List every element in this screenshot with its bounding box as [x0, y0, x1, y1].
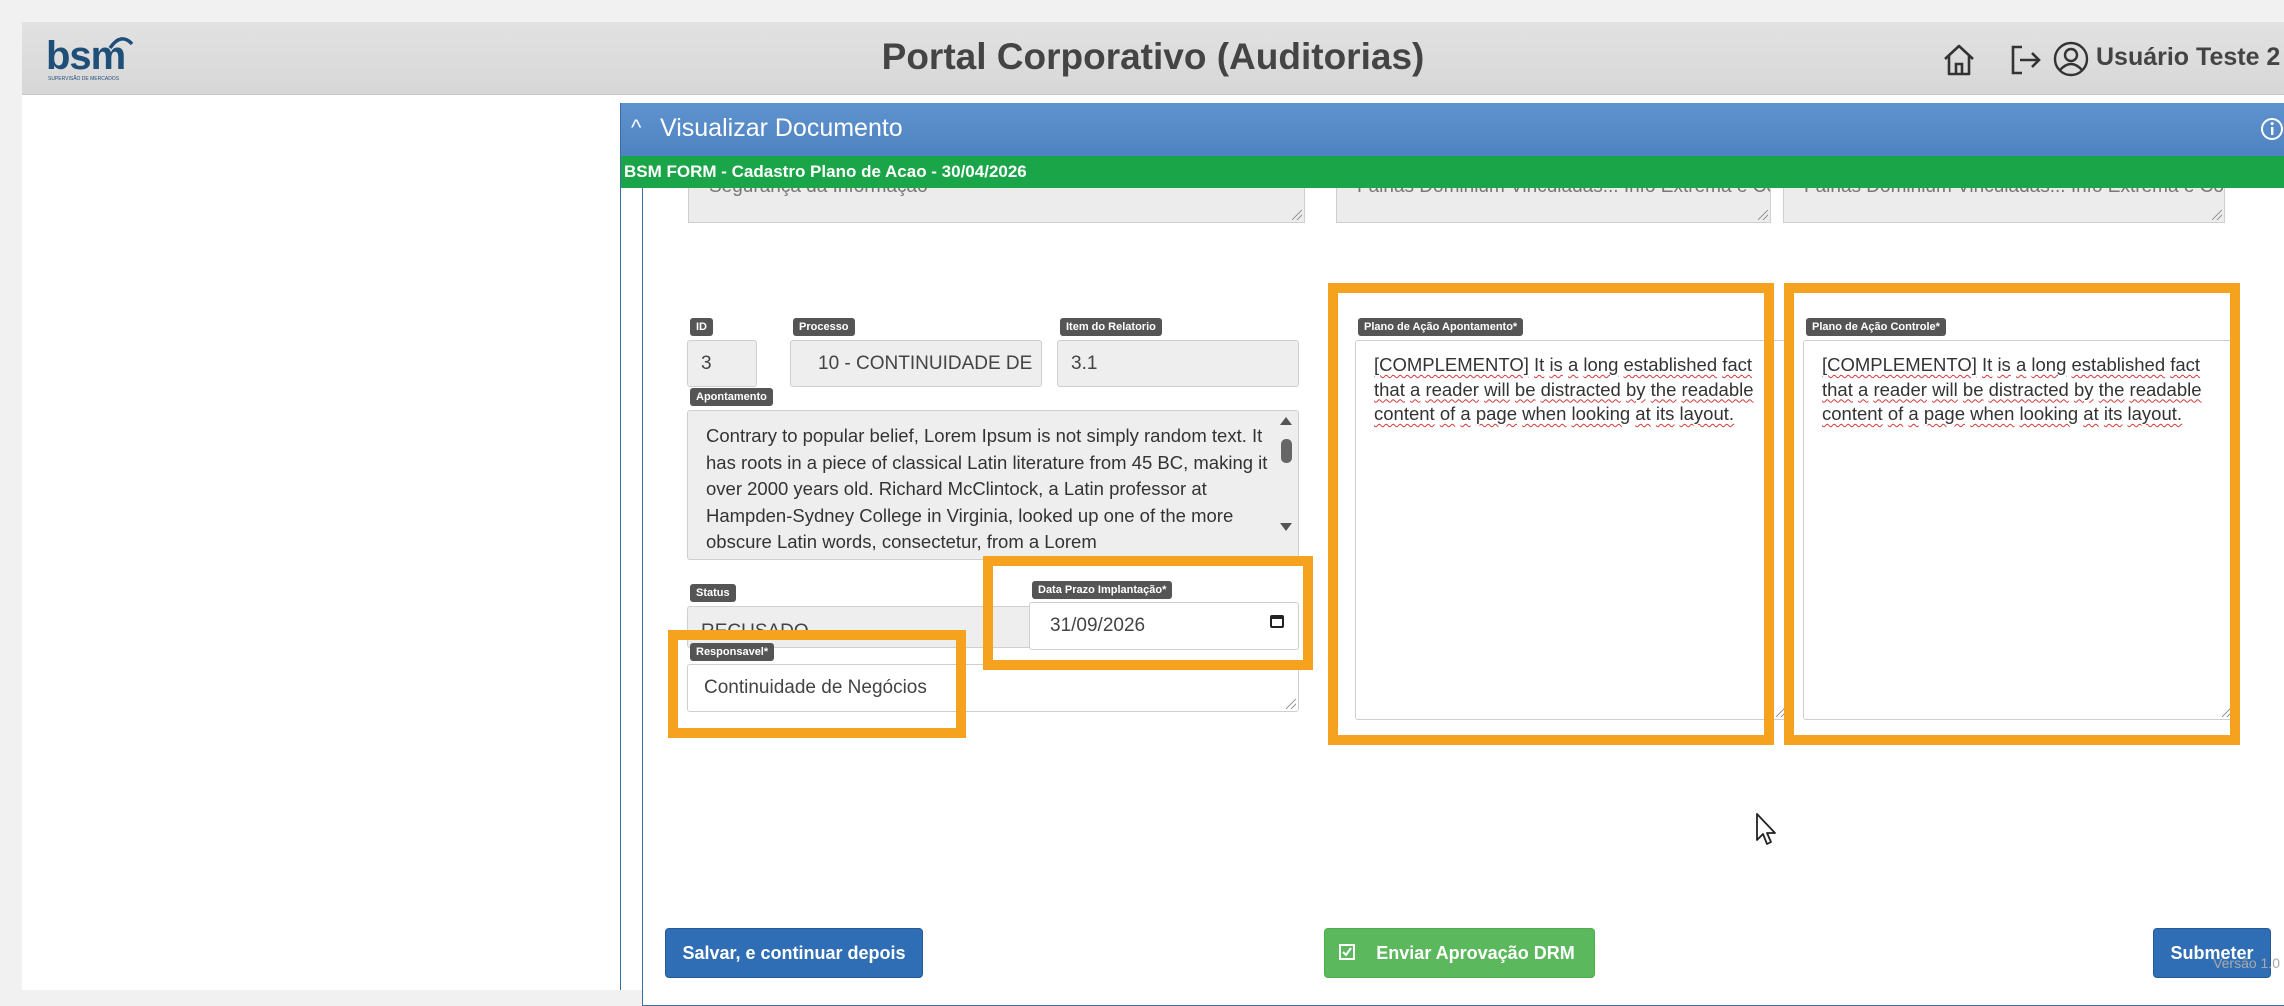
- approval-button-label: Enviar Aprovação DRM: [1376, 943, 1575, 963]
- status-label: Status: [690, 584, 736, 602]
- save-button-label: Salvar, e continuar depois: [682, 943, 906, 963]
- responsavel-label: Responsavel*: [690, 643, 775, 661]
- save-continue-button[interactable]: Salvar, e continuar depois: [665, 928, 923, 978]
- plano-apontamento-label: Plano de Ação Apontamento*: [1358, 318, 1524, 336]
- apontamento-text: Contrary to popular belief, Lorem Ipsum …: [706, 425, 1268, 552]
- plano-controle-text: [COMPLEMENTO] It is a long established f…: [1822, 354, 2202, 424]
- form-container: Segurança da Informação Falhas Dominium …: [642, 188, 2284, 1006]
- home-icon[interactable]: [1939, 40, 1979, 80]
- send-approval-button[interactable]: Enviar Aprovação DRM: [1324, 928, 1595, 978]
- resize-handle[interactable]: [2212, 210, 2222, 220]
- scroll-down-arrow[interactable]: [1280, 523, 1292, 531]
- scrollbar-thumb[interactable]: [1281, 439, 1292, 463]
- item-relatorio-label: Item do Relatorio: [1060, 318, 1162, 336]
- top-left-text: Segurança da Informação: [709, 188, 928, 198]
- responsavel-field[interactable]: Continuidade de Negócios: [687, 664, 1299, 712]
- plano-controle-label: Plano de Ação Controle*: [1806, 318, 1946, 336]
- top-right-text: Falhas Dominium Vinculadas... Info Extre…: [1804, 188, 2224, 198]
- top-left-textarea[interactable]: Segurança da Informação: [688, 188, 1305, 223]
- resize-handle[interactable]: [2222, 707, 2232, 717]
- data-prazo-input[interactable]: 31/09/2026: [1029, 602, 1299, 650]
- panel-title: Visualizar Documento: [660, 114, 903, 142]
- processo-value: 10 - CONTINUIDADE DE: [818, 353, 1033, 374]
- form-title: BSM FORM - Cadastro Plano de Acao - 30/0…: [624, 162, 1027, 181]
- id-value: 3: [701, 353, 712, 374]
- top-right-textarea[interactable]: Falhas Dominium Vinculadas... Info Extre…: [1783, 188, 2225, 223]
- item-relatorio-field: 3.1: [1057, 340, 1299, 387]
- scroll-up-arrow[interactable]: [1280, 417, 1292, 425]
- plano-apontamento-textarea[interactable]: [COMPLEMENTO] It is a long established f…: [1355, 340, 1789, 720]
- logo-subtitle: SUPERVISÃO DE MERCADOS: [48, 76, 120, 82]
- plano-controle-textarea[interactable]: [COMPLEMENTO] It is a long established f…: [1803, 340, 2235, 720]
- processo-label: Processo: [793, 318, 855, 336]
- mouse-cursor-icon: [1756, 813, 1776, 845]
- resize-handle[interactable]: [1776, 707, 1786, 717]
- status-value: RECUSADO: [701, 621, 809, 642]
- data-prazo-value: 31/09/2026: [1050, 615, 1146, 636]
- id-label: ID: [690, 318, 713, 336]
- apontamento-textarea[interactable]: Contrary to popular belief, Lorem Ipsum …: [687, 410, 1299, 560]
- chevron-up-icon[interactable]: ^: [631, 115, 641, 141]
- resize-handle[interactable]: [1758, 210, 1768, 220]
- logout-icon[interactable]: [2006, 40, 2046, 80]
- apontamento-label: Apontamento: [690, 388, 773, 406]
- data-prazo-label: Data Prazo Implantação*: [1032, 581, 1173, 599]
- id-field: 3: [687, 340, 757, 387]
- form-title-bar: BSM FORM - Cadastro Plano de Acao - 30/0…: [621, 156, 2284, 188]
- user-icon[interactable]: [2052, 40, 2090, 78]
- bsm-logo[interactable]: bsm SUPERVISÃO DE MERCADOS: [46, 34, 196, 82]
- top-navbar: bsm SUPERVISÃO DE MERCADOS Portal Corpor…: [22, 22, 2284, 95]
- info-icon[interactable]: [2259, 116, 2284, 142]
- resize-handle[interactable]: [1292, 210, 1302, 220]
- calendar-icon[interactable]: [1270, 615, 1284, 628]
- resize-handle[interactable]: [1286, 699, 1296, 709]
- status-field: RECUSADO: [687, 606, 1049, 648]
- processo-field: 10 - CONTINUIDADE DE: [790, 340, 1042, 387]
- logo-arc-icon: [108, 37, 134, 50]
- version-label: Versão 1.0: [2213, 955, 2280, 971]
- user-name[interactable]: Usuário Teste 2 CTVM: [2096, 43, 2284, 72]
- document-panel: ^ Visualizar Documento BSM FORM - Cadast…: [620, 103, 2284, 1006]
- responsavel-value: Continuidade de Negócios: [704, 677, 927, 698]
- panel-header[interactable]: ^ Visualizar Documento: [621, 103, 2284, 156]
- top-middle-text: Falhas Dominium Vinculadas... Info Extre…: [1357, 188, 1770, 198]
- top-middle-textarea[interactable]: Falhas Dominium Vinculadas... Info Extre…: [1336, 188, 1771, 223]
- item-relatorio-value: 3.1: [1071, 353, 1098, 374]
- plano-apontamento-text: [COMPLEMENTO] It is a long established f…: [1374, 354, 1754, 424]
